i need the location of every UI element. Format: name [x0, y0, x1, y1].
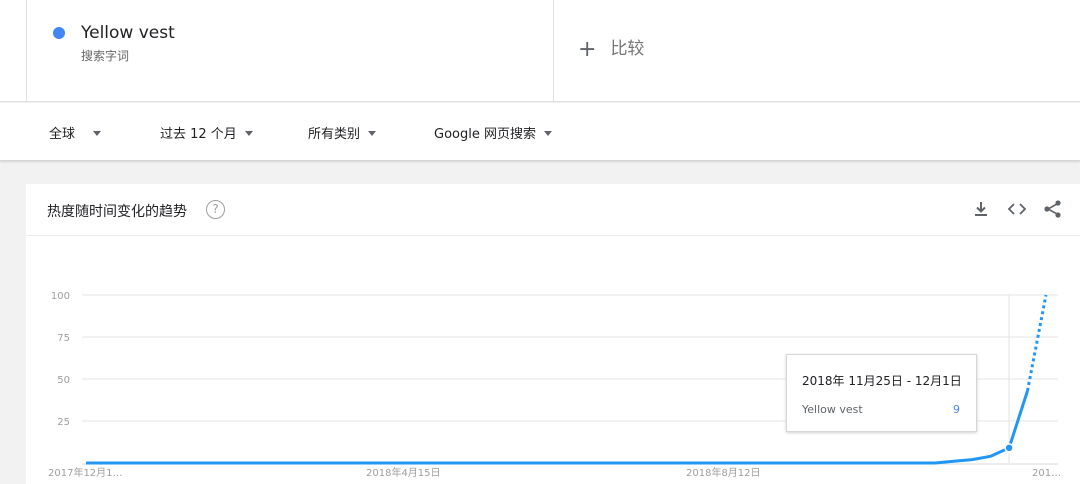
search-term-type: 搜索字词 [81, 49, 130, 63]
search-term-card[interactable]: Yellow vest 搜索字词 [26, 0, 554, 102]
interest-over-time-card: 热度随时间变化的趋势 ? [26, 184, 1080, 484]
filter-search-type-label: Google 网页搜索 [434, 127, 536, 142]
filter-search-type-dropdown[interactable]: Google 网页搜索 [434, 123, 552, 142]
chart-title: 热度随时间变化的趋势 [47, 204, 187, 220]
term-bar: Yellow vest 搜索字词 + 比较 [0, 0, 1080, 102]
chevron-down-icon [93, 131, 102, 136]
plus-icon: + [578, 37, 597, 62]
filter-region-dropdown[interactable]: 全球 [49, 123, 102, 142]
filter-time-dropdown[interactable]: 过去 12 个月 [160, 123, 253, 142]
filter-bar: 全球 过去 12 个月 所有类别 Google 网页搜索 [0, 103, 1080, 161]
chevron-down-icon [368, 131, 377, 136]
compare-button[interactable]: + 比较 [578, 34, 644, 62]
tooltip-series-name: Yellow vest [802, 403, 863, 416]
filter-region-label: 全球 [49, 127, 76, 142]
chart-tooltip: 2018年 11月25日 - 12月1日 Yellow vest 9 [786, 354, 977, 432]
filter-category-dropdown[interactable]: 所有类别 [308, 123, 377, 142]
download-icon[interactable] [970, 198, 992, 220]
filter-time-label: 过去 12 个月 [160, 127, 237, 142]
help-icon[interactable]: ? [206, 200, 225, 219]
tooltip-value: 9 [953, 403, 960, 416]
chevron-down-icon [543, 131, 552, 136]
tooltip-date: 2018年 11月25日 - 12月1日 [802, 374, 962, 388]
share-icon[interactable] [1042, 198, 1064, 220]
series-color-dot [53, 27, 65, 39]
embed-icon[interactable] [1006, 198, 1028, 220]
filter-category-label: 所有类别 [308, 127, 361, 142]
compare-label: 比较 [610, 39, 645, 59]
search-term-name[interactable]: Yellow vest [81, 23, 175, 43]
chevron-down-icon [244, 131, 253, 136]
chart-header: 热度随时间变化的趋势 ? [26, 184, 1080, 236]
